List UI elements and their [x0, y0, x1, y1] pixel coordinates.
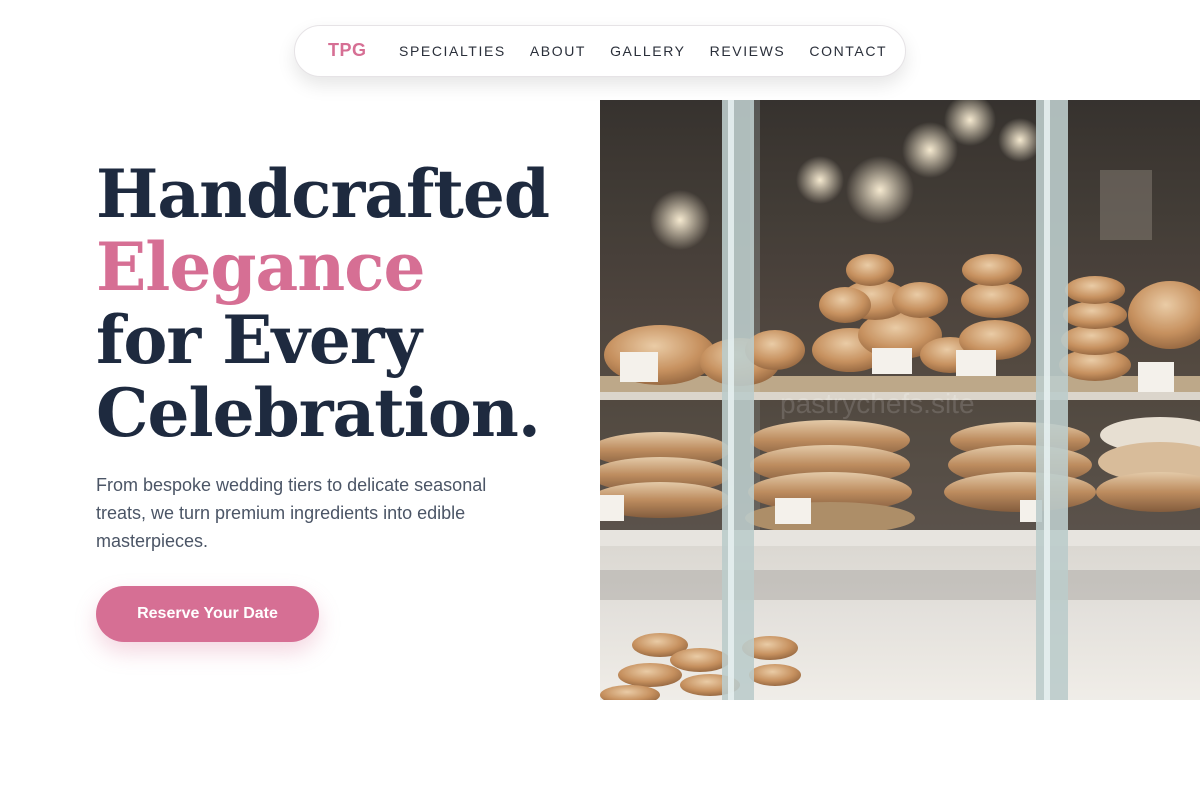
page: TPG SPECIALTIES ABOUT GALLERY REVIEWS CO… — [0, 0, 1200, 800]
nav-link-gallery[interactable]: GALLERY — [610, 43, 686, 59]
nav-link-about[interactable]: ABOUT — [530, 43, 586, 59]
bakery-display-image: pastrychefs.site — [600, 100, 1200, 700]
hero-heading-line-3: for Every — [96, 301, 422, 379]
nav-link-reviews[interactable]: REVIEWS — [710, 43, 786, 59]
top-navigation: TPG SPECIALTIES ABOUT GALLERY REVIEWS CO… — [294, 25, 906, 77]
nav-link-specialties[interactable]: SPECIALTIES — [399, 43, 506, 59]
nav-links: SPECIALTIES ABOUT GALLERY REVIEWS CONTAC… — [399, 43, 887, 59]
hero-heading: Handcrafted Elegance for Every Celebrati… — [96, 155, 550, 452]
bakery-display-illustration: pastrychefs.site — [600, 100, 1200, 700]
nav-link-contact[interactable]: CONTACT — [809, 43, 887, 59]
hero-heading-line-4: Celebration. — [96, 374, 541, 452]
logo-link[interactable]: TPG — [328, 40, 367, 61]
reserve-date-button[interactable]: Reserve Your Date — [96, 586, 319, 642]
hero-heading-line-1: Handcrafted — [96, 155, 550, 233]
hero-heading-accent: Elegance — [96, 228, 425, 306]
hero-subtitle: From bespoke wedding tiers to delicate s… — [96, 475, 487, 551]
